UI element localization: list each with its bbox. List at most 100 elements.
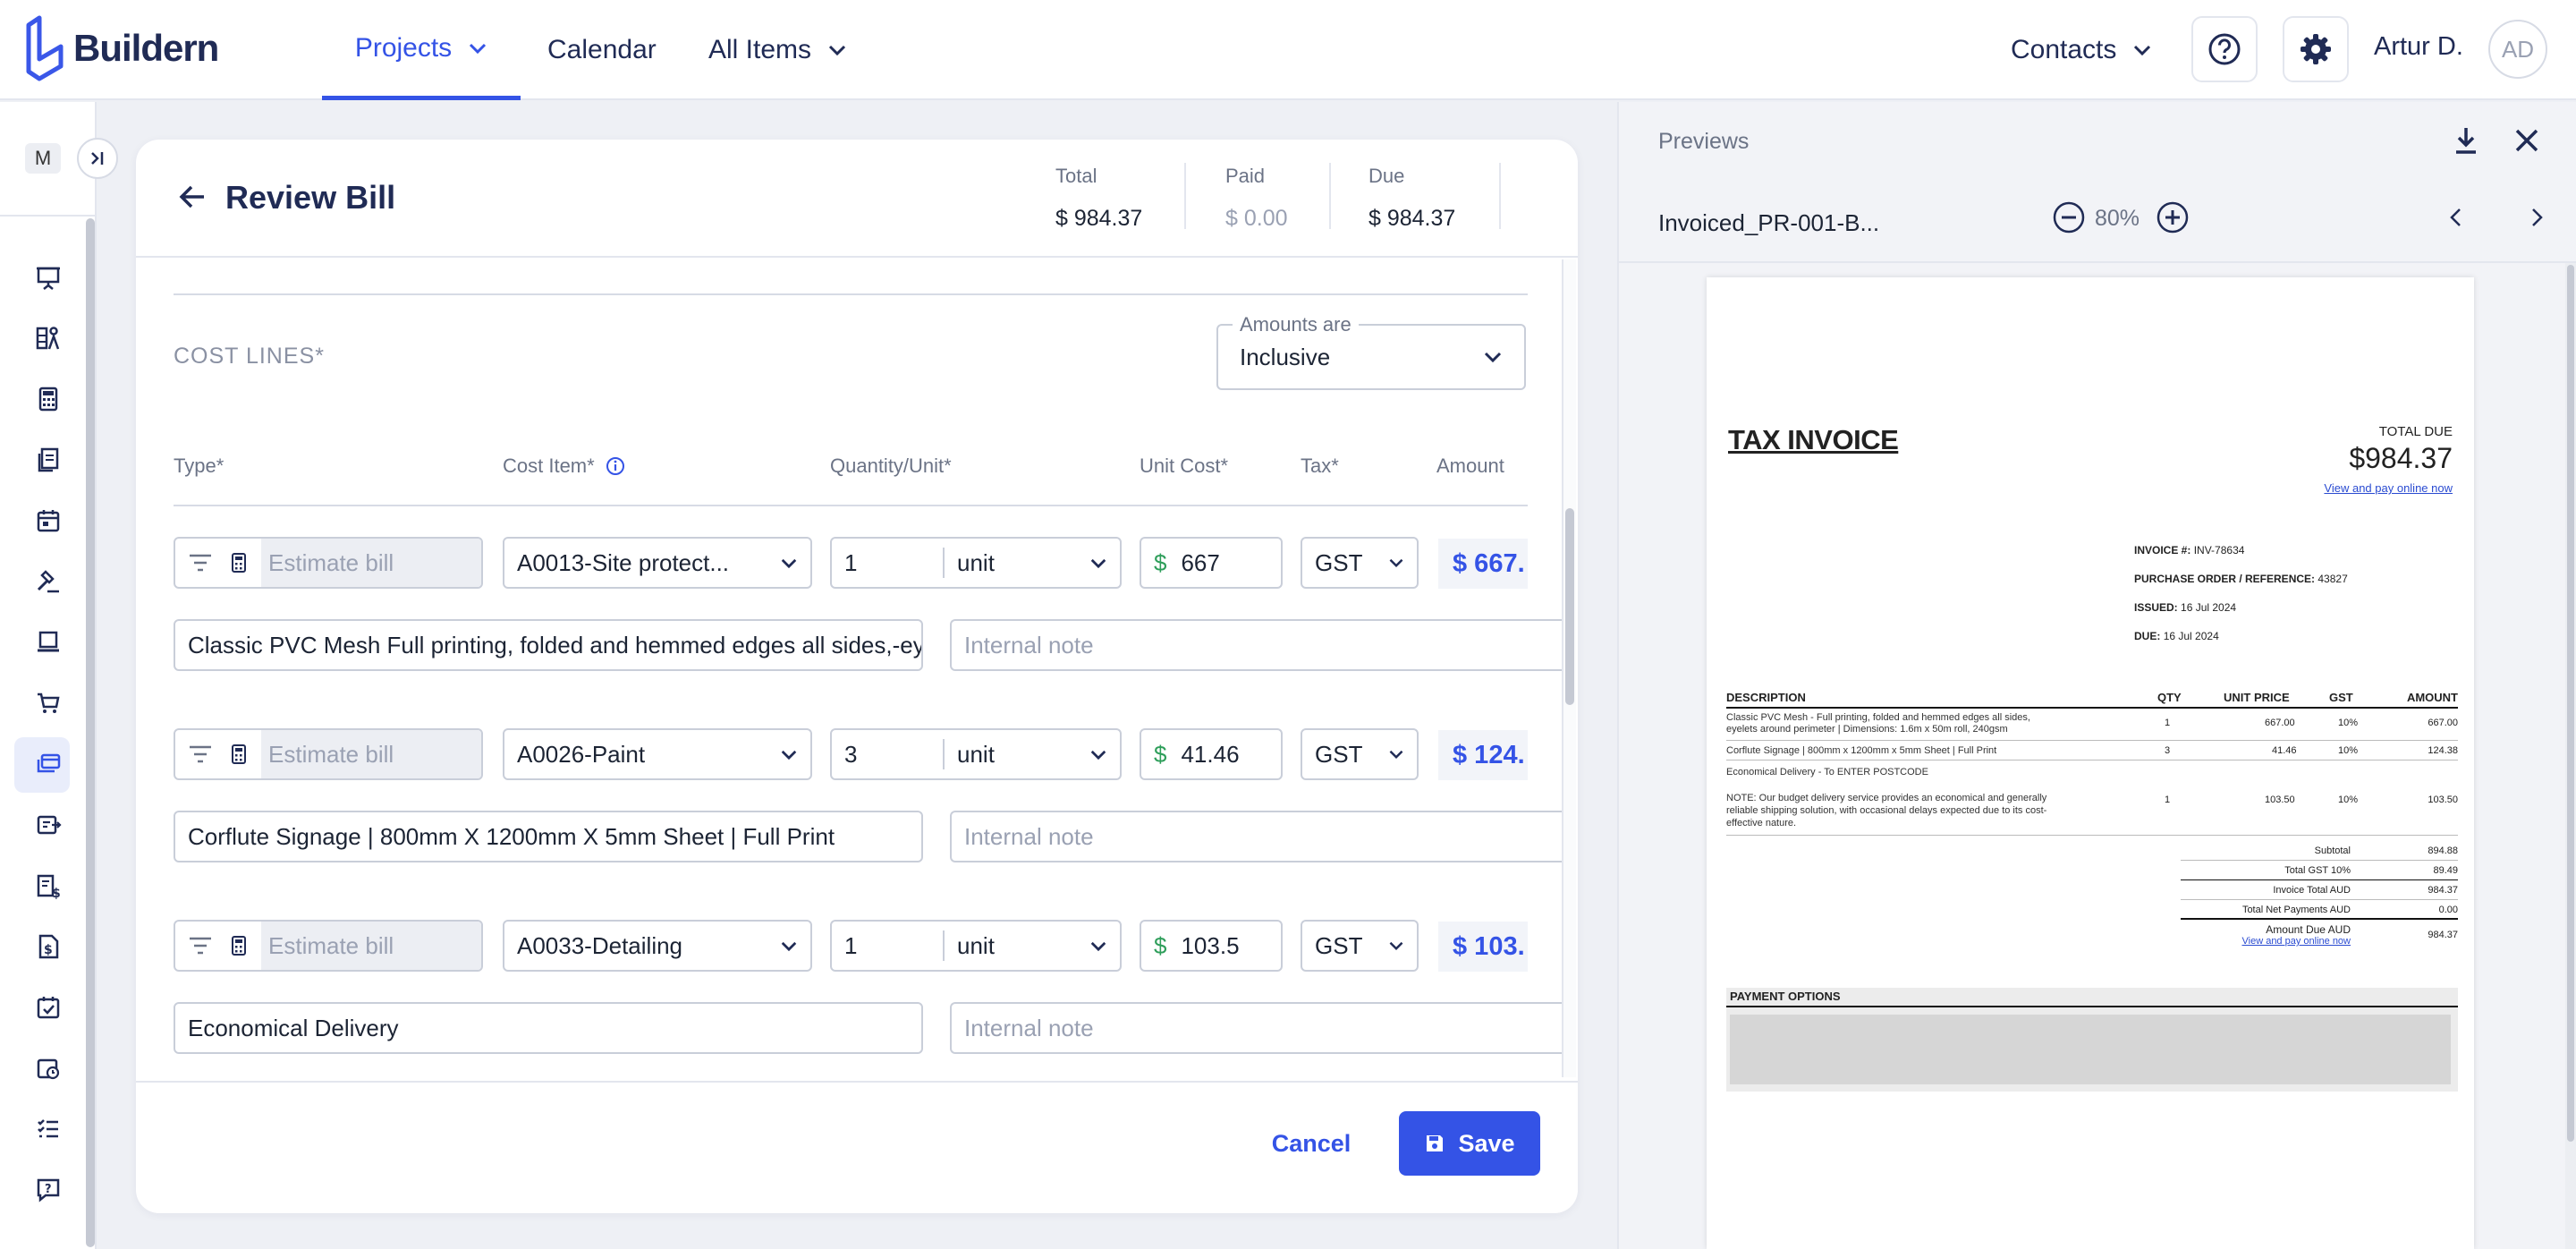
back-button[interactable]: [177, 181, 209, 213]
tax-select[interactable]: GST: [1301, 728, 1419, 780]
header-description: DESCRIPTION: [1726, 691, 1806, 704]
quantity-unit-field[interactable]: 3 unit: [830, 728, 1122, 780]
nav-calendar[interactable]: Calendar: [547, 0, 657, 100]
zoom-out-button[interactable]: [2052, 200, 2086, 234]
zoom-in-button[interactable]: [2156, 200, 2190, 234]
sidebar-item-invoices[interactable]: [30, 807, 66, 843]
nav-all-items[interactable]: All Items: [708, 0, 847, 100]
chevron-down-icon: [828, 45, 846, 56]
sidebar-item-timesheets[interactable]: [30, 1050, 66, 1086]
close-preview-button[interactable]: [2513, 127, 2540, 154]
chevron-right-icon: [2532, 208, 2543, 226]
calculator-icon[interactable]: [225, 743, 252, 765]
checklist-icon: [38, 1119, 58, 1138]
internal-note-input[interactable]: Internal note: [950, 619, 1576, 671]
sidebar-item-documents[interactable]: [30, 442, 66, 478]
review-bill-card: Review Bill Total $ 984.37 Paid $ 0.00 D…: [136, 140, 1578, 1213]
cost-item-select[interactable]: A0013-Site protect...: [503, 537, 812, 589]
quantity-input[interactable]: 1: [832, 930, 945, 961]
sidebar-item-tasks[interactable]: [30, 1111, 66, 1147]
invoice-total-value: 984.37: [2428, 885, 2458, 896]
filter-icon[interactable]: [175, 553, 225, 573]
type-input[interactable]: Estimate bill: [261, 922, 481, 970]
quantity-input[interactable]: 3: [832, 739, 945, 769]
sidebar-item-team[interactable]: [30, 320, 66, 356]
monitor-icon: [38, 631, 59, 652]
description-input[interactable]: Classic PVC Mesh Full printing, folded a…: [174, 619, 923, 671]
filter-icon[interactable]: [175, 744, 225, 764]
settings-button[interactable]: [2283, 16, 2349, 82]
amounts-are-select[interactable]: Amounts are Inclusive: [1216, 313, 1526, 390]
save-button[interactable]: Save: [1399, 1111, 1540, 1176]
calculator-icon[interactable]: [225, 935, 252, 956]
type-field[interactable]: Estimate bill: [174, 728, 483, 780]
type-input[interactable]: Estimate bill: [261, 730, 481, 778]
unit-cost-input[interactable]: $ 41.46: [1140, 728, 1283, 780]
sidebar-item-presentation[interactable]: [30, 259, 66, 295]
sidebar-item-monitor[interactable]: [30, 624, 66, 660]
sidebar-item-purchases[interactable]: [30, 685, 66, 721]
help-button[interactable]: [2191, 16, 2258, 82]
type-field[interactable]: Estimate bill: [174, 920, 483, 972]
cancel-button[interactable]: Cancel: [1247, 1111, 1376, 1176]
expand-sidebar-button[interactable]: [77, 138, 118, 179]
quantity-unit-field[interactable]: 1 unit: [830, 537, 1122, 589]
tax-value: GST: [1315, 548, 1363, 576]
content-scrollbar-thumb[interactable]: [1565, 508, 1574, 705]
table-header-divider: [174, 505, 1528, 506]
info-icon[interactable]: [606, 456, 625, 476]
payment-options-content: [1730, 1015, 2451, 1084]
quantity-input[interactable]: 1: [832, 548, 945, 578]
chevron-left-icon: [2450, 208, 2461, 226]
sidebar-item-estimates[interactable]: [30, 381, 66, 417]
summary-paid: Paid $ 0.00: [1225, 165, 1288, 232]
preview-scrollbar-thumb[interactable]: [2567, 265, 2574, 1142]
sidebar-item-events[interactable]: [30, 990, 66, 1025]
sidebar-item-budget[interactable]: $: [30, 868, 66, 904]
type-input[interactable]: Estimate bill: [261, 539, 481, 587]
summary-due: Due $ 984.37: [1368, 165, 1455, 232]
pay-online-link[interactable]: View and pay online now: [2324, 481, 2453, 495]
amount-due-pay-link[interactable]: View and pay online now: [2242, 936, 2351, 947]
sidebar-item-payments[interactable]: $: [30, 929, 66, 964]
unit-select[interactable]: unit: [945, 932, 1120, 960]
cost-lines-scroll-area[interactable]: COST LINES* Amounts are Inclusive Type* …: [136, 258, 1578, 1081]
invoice-number-label: INVOICE #:: [2134, 544, 2191, 557]
nav-projects[interactable]: Projects: [322, 0, 521, 100]
workspace-badge[interactable]: M: [25, 143, 61, 174]
quantity-unit-field[interactable]: 1 unit: [830, 920, 1122, 972]
footer-divider: [136, 1081, 1578, 1083]
next-page-button[interactable]: [2526, 206, 2547, 229]
sidebar-scrollbar[interactable]: [86, 218, 95, 1247]
description-input[interactable]: Corflute Signage | 800mm X 1200mm X 5mm …: [174, 811, 923, 862]
type-field[interactable]: Estimate bill: [174, 537, 483, 589]
invoice-preview-page: TAX INVOICE TOTAL DUE $984.37 View and p…: [1707, 277, 2474, 1249]
nav-contacts[interactable]: Contacts: [2011, 0, 2152, 100]
tax-select[interactable]: GST: [1301, 537, 1419, 589]
sidebar-item-bills[interactable]: [30, 746, 66, 782]
internal-note-input[interactable]: Internal note: [950, 811, 1576, 862]
download-button[interactable]: [2453, 125, 2479, 156]
sidebar-item-build[interactable]: [30, 564, 66, 599]
svg-text:$: $: [52, 887, 61, 899]
description-input[interactable]: Economical Delivery: [174, 1002, 923, 1054]
sidebar-item-schedule[interactable]: [30, 503, 66, 539]
user-name[interactable]: Artur D.: [2374, 32, 2463, 62]
calculator-icon[interactable]: [225, 552, 252, 574]
filter-icon[interactable]: [175, 936, 225, 956]
unit-cost-input[interactable]: $ 103.5: [1140, 920, 1283, 972]
tax-select[interactable]: GST: [1301, 920, 1419, 972]
unit-cost-input[interactable]: $ 667: [1140, 537, 1283, 589]
help-icon: [2208, 33, 2241, 65]
cost-item-select[interactable]: A0033-Detailing: [503, 920, 812, 972]
cost-item-select[interactable]: A0026-Paint: [503, 728, 812, 780]
previous-page-button[interactable]: [2445, 206, 2467, 229]
amount-due-value: 984.37: [2428, 930, 2458, 940]
avatar[interactable]: AD: [2488, 20, 2547, 79]
col-type: Type*: [174, 455, 225, 477]
unit-select[interactable]: unit: [945, 549, 1120, 577]
unit-select[interactable]: unit: [945, 741, 1120, 769]
buildern-logo[interactable]: Buildern: [23, 14, 238, 82]
sidebar-item-rfis[interactable]: ?: [30, 1172, 66, 1208]
internal-note-input[interactable]: Internal note: [950, 1002, 1576, 1054]
